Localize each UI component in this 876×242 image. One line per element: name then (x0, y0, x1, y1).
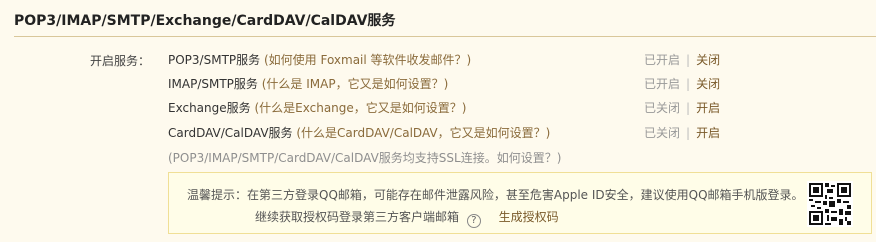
service-help-link[interactable]: (什么是 IMAP，它又是如何设置？) (262, 77, 449, 91)
tip-auth-row: 继续获取授权码登录第三方客户端邮箱 ? 生成授权码 (255, 208, 559, 228)
status-text: 已开启 (644, 53, 681, 67)
status-separator: | (686, 101, 691, 115)
service-help-link[interactable]: (什么是Exchange，它又是如何设置？) (254, 101, 466, 115)
service-name: Exchange服务 (168, 101, 251, 115)
tip-auth-text: 继续获取授权码登录第三方客户端邮箱 (255, 210, 460, 224)
status-separator: | (686, 126, 691, 140)
service-status-caldav: 已关闭 | 开启 (644, 125, 720, 141)
service-status-exchange: 已关闭 | 开启 (644, 100, 720, 116)
status-separator: | (686, 77, 691, 91)
service-status-pop3: 已开启 | 关闭 (644, 52, 720, 68)
service-label: 开启服务： (90, 54, 151, 68)
ssl-note-link[interactable]: (POP3/IMAP/SMTP/CardDAV/CalDAV服务均支持SSL连接… (168, 149, 561, 166)
service-row-pop3: POP3/SMTP服务 (如何使用 Foxmail 等软件收发邮件？) (168, 52, 471, 68)
help-icon[interactable]: ? (466, 214, 481, 228)
toggle-service-button[interactable]: 开启 (696, 126, 720, 140)
status-separator: | (686, 53, 691, 67)
service-row-exchange: Exchange服务 (什么是Exchange，它又是如何设置？) (168, 100, 466, 116)
service-row-caldav: CardDAV/CalDAV服务 (什么是CardDAV/CalDAV，它又是如… (168, 125, 550, 141)
service-name: POP3/SMTP服务 (168, 53, 261, 67)
toggle-service-button[interactable]: 关闭 (696, 53, 720, 67)
warm-tip-box: 温馨提示：在第三方登录QQ邮箱，可能存在邮件泄露风险，甚至危害Apple ID安… (168, 172, 872, 234)
service-name: CardDAV/CalDAV服务 (168, 126, 293, 140)
service-help-link[interactable]: (如何使用 Foxmail 等软件收发邮件？) (264, 53, 471, 67)
service-help-link[interactable]: (什么是CardDAV/CalDAV，它又是如何设置？) (296, 126, 550, 140)
status-text: 已开启 (644, 77, 681, 91)
service-name: IMAP/SMTP服务 (168, 77, 258, 91)
generate-auth-code-link[interactable]: 生成授权码 (499, 210, 559, 224)
service-status-imap: 已开启 | 关闭 (644, 76, 720, 92)
status-text: 已关闭 (644, 101, 681, 115)
section-title: POP3/IMAP/SMTP/Exchange/CardDAV/CalDAV服务 (14, 13, 396, 29)
service-row-imap: IMAP/SMTP服务 (什么是 IMAP，它又是如何设置？) (168, 76, 448, 92)
qr-code-icon (807, 181, 853, 227)
status-text: 已关闭 (644, 126, 681, 140)
section-divider (14, 36, 876, 37)
toggle-service-button[interactable]: 开启 (696, 101, 720, 115)
tip-text: 温馨提示：在第三方登录QQ邮箱，可能存在邮件泄露风险，甚至危害Apple ID安… (187, 188, 804, 202)
toggle-service-button[interactable]: 关闭 (696, 77, 720, 91)
